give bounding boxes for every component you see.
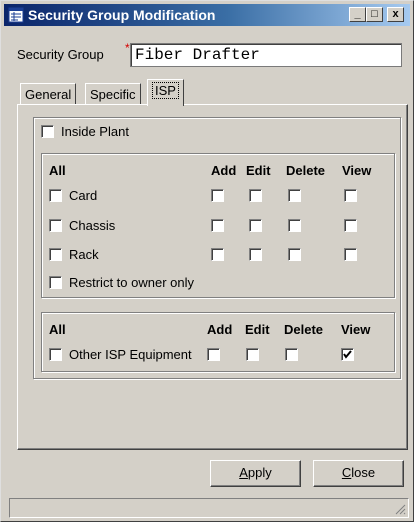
chassis-view-checkbox[interactable] — [344, 219, 357, 232]
add-header-2: Add — [207, 322, 233, 337]
rack-edit-checkbox[interactable] — [249, 248, 262, 261]
tab-isp[interactable]: ISP — [147, 79, 184, 106]
all-header: All — [49, 163, 66, 178]
rack-all-checkbox[interactable] — [49, 248, 62, 261]
view-header-2: View — [341, 322, 371, 337]
card-label: Card — [69, 188, 98, 203]
all-header-2: All — [49, 322, 66, 337]
minimize-button[interactable]: _ — [349, 7, 366, 22]
app-icon — [8, 7, 24, 23]
restrict-owner-label: Restrict to owner only — [69, 275, 194, 290]
chassis-delete-checkbox[interactable] — [288, 219, 301, 232]
rack-label: Rack — [69, 247, 99, 262]
tab-specific-label: Specific — [90, 87, 136, 102]
close-icon: x — [392, 8, 399, 20]
rack-add-checkbox[interactable] — [211, 248, 224, 261]
tab-general[interactable]: General — [20, 83, 77, 105]
apply-label: pply — [247, 465, 272, 480]
chassis-add-checkbox[interactable] — [211, 219, 224, 232]
close-button[interactable]: Close — [313, 460, 404, 487]
security-group-label: Security Group — [17, 47, 104, 62]
close-mnemonic: C — [341, 465, 352, 480]
chassis-label: Chassis — [69, 218, 116, 233]
delete-header-2: Delete — [284, 322, 324, 337]
card-all-checkbox[interactable] — [49, 189, 62, 202]
resize-grip-icon[interactable] — [394, 503, 406, 515]
apply-button[interactable]: Apply — [210, 460, 301, 487]
rack-view-checkbox[interactable] — [344, 248, 357, 261]
restrict-owner-checkbox[interactable] — [49, 276, 62, 289]
security-group-window: Security Group Modification _ □ x Securi… — [0, 0, 414, 522]
checkmark-icon — [343, 350, 352, 359]
chassis-edit-checkbox[interactable] — [249, 219, 262, 232]
rack-delete-checkbox[interactable] — [288, 248, 301, 261]
tab-general-label: General — [25, 87, 72, 102]
other-isp-delete-checkbox[interactable] — [285, 348, 298, 361]
status-bar — [9, 498, 409, 518]
other-equipment-group — [41, 312, 395, 372]
title-bar[interactable]: Security Group Modification _ □ x — [4, 4, 410, 26]
inside-plant-checkbox[interactable] — [41, 125, 54, 138]
close-label: lose — [351, 465, 376, 480]
card-edit-checkbox[interactable] — [249, 189, 262, 202]
tab-specific[interactable]: Specific — [85, 83, 141, 105]
card-delete-checkbox[interactable] — [288, 189, 301, 202]
maximize-button[interactable]: □ — [366, 7, 383, 22]
minimize-icon: _ — [354, 8, 361, 20]
inside-plant-label: Inside Plant — [61, 124, 129, 139]
view-header: View — [342, 163, 372, 178]
security-group-input[interactable] — [130, 43, 402, 67]
other-isp-view-checkbox[interactable] — [341, 348, 354, 361]
add-header: Add — [211, 163, 237, 178]
tab-isp-label: ISP — [152, 82, 179, 99]
edit-header: Edit — [246, 163, 271, 178]
close-window-button[interactable]: x — [387, 7, 404, 22]
other-isp-label: Other ISP Equipment — [69, 347, 192, 362]
apply-mnemonic: A — [239, 465, 248, 480]
other-isp-edit-checkbox[interactable] — [246, 348, 259, 361]
other-isp-add-checkbox[interactable] — [207, 348, 220, 361]
other-isp-all-checkbox[interactable] — [49, 348, 62, 361]
delete-header: Delete — [286, 163, 326, 178]
card-view-checkbox[interactable] — [344, 189, 357, 202]
chassis-all-checkbox[interactable] — [49, 219, 62, 232]
window-title: Security Group Modification — [28, 7, 216, 23]
card-add-checkbox[interactable] — [211, 189, 224, 202]
required-indicator: * — [125, 41, 130, 55]
maximize-icon: □ — [371, 8, 378, 20]
edit-header-2: Edit — [245, 322, 270, 337]
